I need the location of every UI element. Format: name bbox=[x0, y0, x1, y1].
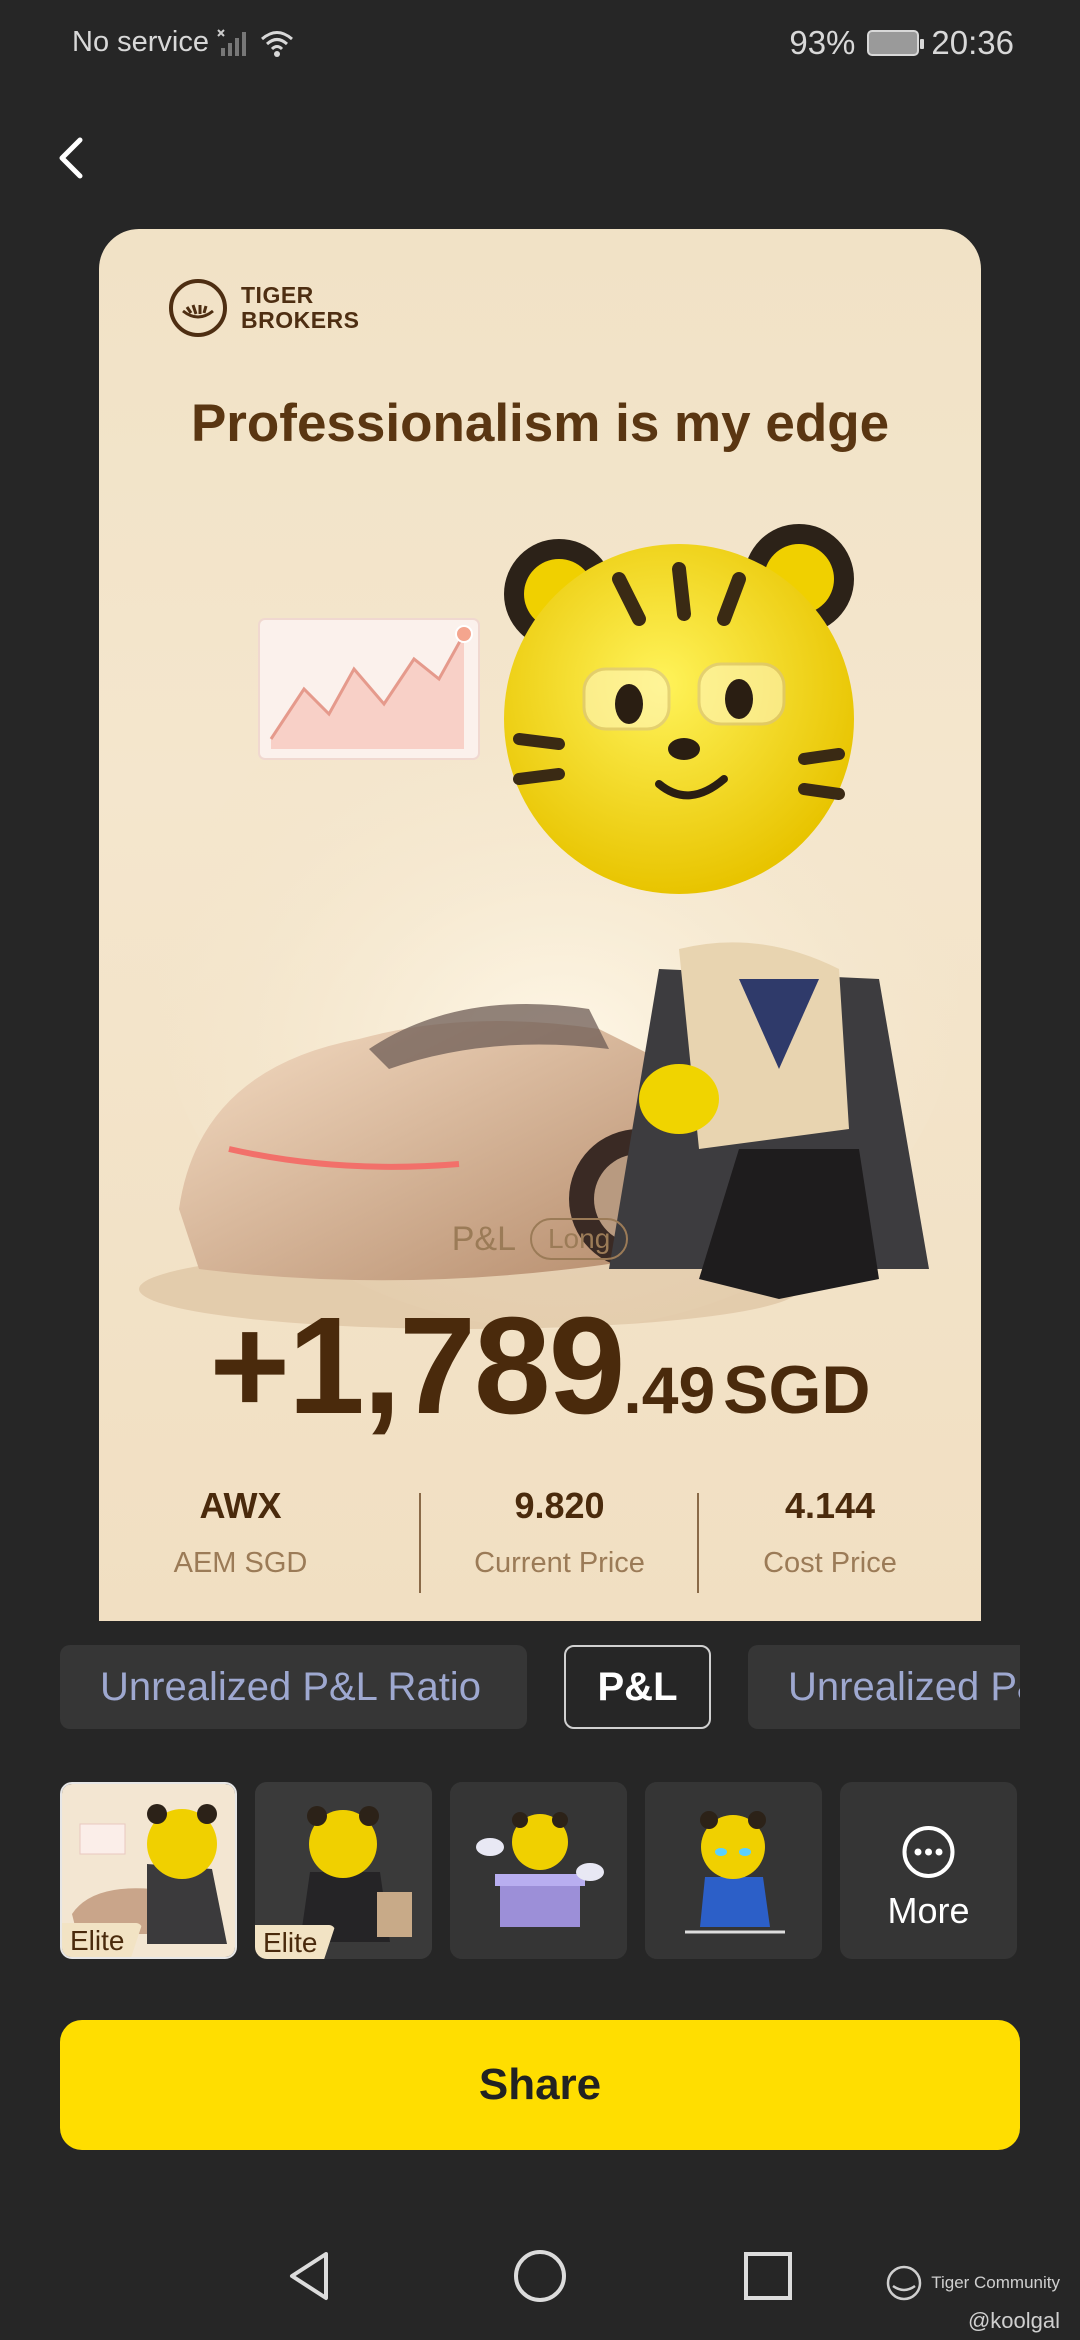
chevron-left-icon bbox=[59, 137, 83, 179]
elite-badge: Elite bbox=[255, 1925, 336, 1959]
elite-badge: Elite bbox=[62, 1923, 143, 1957]
stat-label: AEM SGD bbox=[173, 1547, 308, 1579]
pl-label-row: P&L Long bbox=[99, 1218, 981, 1260]
stat-label: Current Price bbox=[474, 1547, 645, 1579]
stat-value: AWX bbox=[199, 1485, 282, 1526]
community-watermark: Tiger Community @koolgal bbox=[885, 2264, 1060, 2334]
tab-pl[interactable]: P&L bbox=[564, 1645, 711, 1729]
battery-icon bbox=[867, 30, 925, 56]
stat-symbol: AWX AEM SGD bbox=[99, 1485, 382, 1580]
nav-home-icon[interactable] bbox=[510, 2246, 570, 2306]
pl-label: P&L bbox=[451, 1219, 516, 1258]
battery-percent: 93% bbox=[789, 24, 856, 61]
brand-line-1: TIGER bbox=[241, 282, 314, 308]
stat-label: Cost Price bbox=[763, 1547, 897, 1579]
tab-unrealized-pl-ratio[interactable]: Unrealized P&L Ratio bbox=[60, 1645, 527, 1729]
pl-amount-decimal: .49 bbox=[623, 1353, 716, 1427]
more-label: More bbox=[887, 1890, 970, 1931]
stat-divider bbox=[697, 1493, 699, 1593]
brand-logo: TIGER BROKERS bbox=[169, 279, 360, 337]
status-left: No service bbox=[72, 26, 295, 59]
template-thumbnail[interactable] bbox=[645, 1782, 822, 1959]
brand-name: TIGER BROKERS bbox=[241, 283, 360, 333]
mini-chart-graphic bbox=[258, 618, 480, 760]
stat-cost-price: 4.144 Cost Price bbox=[700, 1485, 960, 1580]
more-templates-button[interactable]: More bbox=[840, 1782, 1017, 1959]
brand-line-2: BROKERS bbox=[241, 307, 360, 333]
card-headline: Professionalism is my edge bbox=[190, 394, 890, 453]
nav-recents-icon[interactable] bbox=[738, 2246, 798, 2306]
pl-share-card: TIGER BROKERS Professionalism is my edge bbox=[99, 229, 981, 1621]
watermark-brand: Tiger Community bbox=[885, 2264, 1060, 2302]
back-button[interactable] bbox=[40, 124, 112, 196]
stat-value: 4.144 bbox=[784, 1485, 876, 1526]
tiger-logo-icon bbox=[886, 2265, 922, 2301]
template-thumbnail[interactable]: Elite bbox=[255, 1782, 432, 1959]
tiger-crying-thumbnail-image bbox=[645, 1782, 822, 1959]
tab-unrealized-pl[interactable]: Unrealized P&L bbox=[748, 1645, 1020, 1729]
card-type-tabs: Unrealized P&L Ratio P&L Unrealized P&L bbox=[60, 1645, 1020, 1729]
pl-amount: +1,789.49 SGD bbox=[99, 1287, 981, 1446]
share-button[interactable]: Share bbox=[60, 2020, 1020, 2150]
status-bar: No service 93% 20:36 bbox=[0, 0, 1080, 90]
signal-icon bbox=[217, 28, 246, 56]
position-badge: Long bbox=[529, 1218, 629, 1260]
template-thumbnail[interactable]: Elite bbox=[60, 1782, 237, 1959]
nav-back-icon[interactable] bbox=[280, 2246, 340, 2306]
status-right: 93% 20:36 bbox=[789, 24, 1014, 62]
carrier-text: No service bbox=[72, 26, 209, 58]
template-thumbnail[interactable] bbox=[450, 1782, 627, 1959]
stat-current-price: 9.820 Current Price bbox=[422, 1485, 697, 1580]
watermark-community: Tiger Community bbox=[931, 2273, 1060, 2292]
tiger-logo-icon bbox=[169, 279, 227, 337]
clock: 20:36 bbox=[931, 24, 1014, 61]
wifi-icon bbox=[261, 30, 293, 57]
stats-row: AWX AEM SGD 9.820 Current Price 4.144 Co… bbox=[99, 1485, 981, 1605]
stat-divider bbox=[419, 1493, 421, 1593]
watermark-user: @koolgal bbox=[967, 2308, 1060, 2333]
tiger-box-thumbnail-image bbox=[450, 1782, 627, 1959]
stat-value: 9.820 bbox=[514, 1485, 605, 1526]
pl-amount-currency: SGD bbox=[723, 1352, 871, 1428]
pl-amount-integer: +1,789 bbox=[209, 1289, 625, 1443]
